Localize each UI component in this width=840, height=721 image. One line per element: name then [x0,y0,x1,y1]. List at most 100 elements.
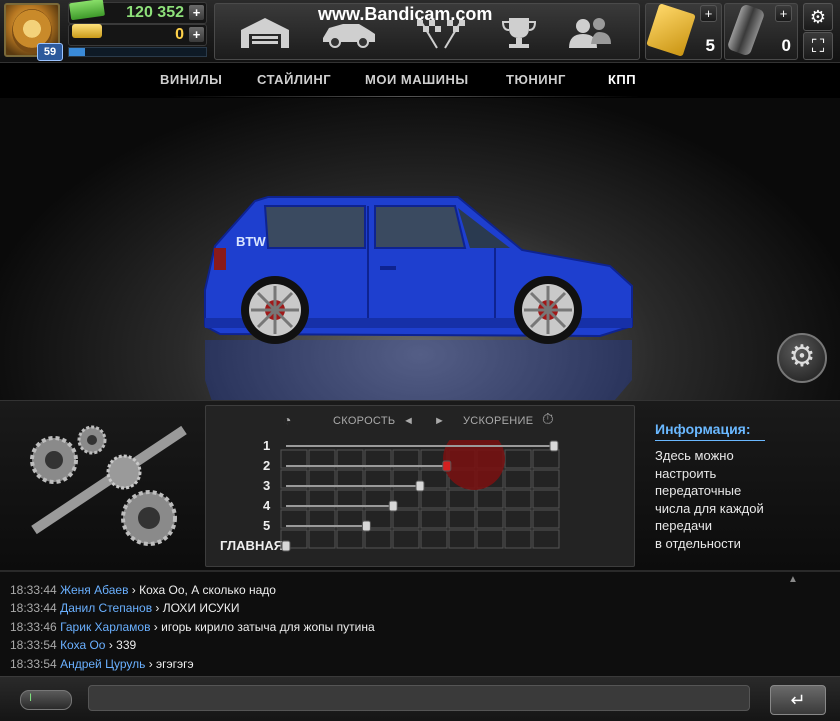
tab-gearbox[interactable]: КПП [608,72,636,87]
chat-collapse-button[interactable]: ▲ [780,574,806,585]
chat-message: 18:33:46 Гарик Харламов › игорь кирило з… [10,620,375,634]
chat-user[interactable]: Андрей Цуруль [60,657,145,671]
chat-time: 18:33:46 [10,620,57,634]
grid-cell [504,489,532,509]
chat-toggle[interactable]: I [20,690,72,710]
grid-cell [448,489,476,509]
tab-vinyls[interactable]: ВИНИЛЫ [160,72,222,87]
grid-cell [504,469,532,489]
send-button[interactable]: ↵ [770,685,826,715]
grid-cell [532,489,560,509]
grid-cell [420,529,448,549]
chat-time: 18:33:44 [10,601,57,615]
grid-cell [476,509,504,529]
selected-gear-highlight [443,440,505,490]
graph-header: ◔ СКОРОСТЬ ◄ ► УСКОРЕНИЕ ⏱ [205,411,633,433]
settings-gear-button[interactable]: ⚙ [803,3,833,31]
trophy-icon[interactable] [489,14,549,50]
chat-message: 18:33:44 Женя Абаев › Коха Оо, А сколько… [10,583,276,597]
grid-cell [504,529,532,549]
garage-icon[interactable] [235,14,295,50]
fullscreen-icon: ⛶ [811,36,825,56]
chat-user[interactable]: Гарик Харламов [60,620,150,634]
chat-time: 18:33:54 [10,638,57,652]
gear-label-4: 4 [263,498,271,513]
gear-label-1: 1 [263,438,271,453]
info-line-3: передаточные [655,483,742,498]
chat-separator: › [108,638,113,652]
toggle-indicator: I [29,692,33,704]
grid-cell [448,529,476,549]
speedometer-icon: ◔ [283,412,292,428]
tickets-count: 5 [705,36,715,55]
gear-grid [280,440,560,552]
grid-cell [420,509,448,529]
gear-slider-5[interactable] [361,520,371,532]
info-line-5: передачи [655,518,713,533]
grid-cell [504,509,532,529]
gold-icon [72,24,102,38]
chat-text: игорь кирило затыча для жопы путина [161,620,375,634]
grid-cell [364,529,392,549]
level-badge: 59 [37,43,63,61]
grid-cell [476,529,504,549]
add-nitro-button[interactable]: + [775,5,792,22]
gear-slider-2[interactable] [442,460,452,472]
chat-text: 339 [116,638,137,652]
chat-text: ЛОХИ ИСУКИ [162,601,240,615]
grid-cell [308,529,336,549]
tab-styling[interactable]: СТАЙЛИНГ [257,72,331,87]
gear-icon: ⚙ [809,7,827,27]
add-tickets-button[interactable]: + [700,5,717,22]
send-icon: ↵ [790,690,806,710]
gear-slider-3[interactable] [415,480,425,492]
grid-cell [392,509,420,529]
grid-cell [420,489,448,509]
chat-text: эгэгэгэ [156,657,194,671]
chat-message: 18:33:54 Андрей Цуруль › эгэгэгэ [10,657,194,671]
grid-cell [448,509,476,529]
chat-input[interactable] [88,685,750,711]
gear-slider-4[interactable] [388,500,398,512]
car-settings-button[interactable]: ⚙ [777,333,827,383]
friends-icon[interactable] [559,14,619,50]
tab-my-cars[interactable]: МОИ МАШИНЫ [365,72,469,87]
chat-user[interactable]: Женя Абаев [60,583,128,597]
chat-user[interactable]: Данил Степанов [60,601,152,615]
grid-cell [336,529,364,549]
chat-time: 18:33:44 [10,583,57,597]
chat-separator: › [155,601,160,615]
cash-value: 120 352 [126,4,184,21]
arrow-right-button[interactable]: ► [434,415,445,427]
gear-label-3: 3 [263,478,271,493]
gold-value: 0 [175,26,184,43]
recording-watermark: www.Bandicam.com [318,4,493,24]
car-badge: BTW [236,234,266,249]
chat-message: 18:33:54 Коха Оо › 339 [10,638,136,652]
stopwatch-icon: ⏱ [542,411,555,428]
gear-label-2: 2 [263,458,271,473]
add-gold-button[interactable]: + [189,27,204,42]
add-cash-button[interactable]: + [189,5,204,20]
player-car: BTW [204,196,633,400]
arrow-left-button[interactable]: ◄ [403,415,414,427]
chat-time: 18:33:54 [10,657,57,671]
grid-cell [392,529,420,549]
grid-cell [532,449,560,469]
speed-label: СКОРОСТЬ [333,415,396,427]
gear-label-main: ГЛАВНАЯ [220,538,284,553]
fullscreen-button[interactable]: ⛶ [803,32,833,60]
grid-cell [476,489,504,509]
info-line-4: числа для каждой [655,500,764,516]
chat-message: 18:33:44 Данил Степанов › ЛОХИ ИСУКИ [10,601,240,615]
chat-user[interactable]: Коха Оо [60,638,105,652]
grid-cell [532,469,560,489]
info-text: Здесь можно настроить передаточные числа… [655,447,825,552]
gear-slider-ГЛАВНАЯ[interactable] [281,540,291,552]
tab-tuning[interactable]: ТЮНИНГ [506,72,566,87]
gearbox-illustration [30,425,187,546]
info-line-6: в отдельности [655,535,741,551]
gear-slider-1[interactable] [549,440,559,452]
rear-wheel [241,276,309,344]
chat-separator: › [153,620,158,634]
